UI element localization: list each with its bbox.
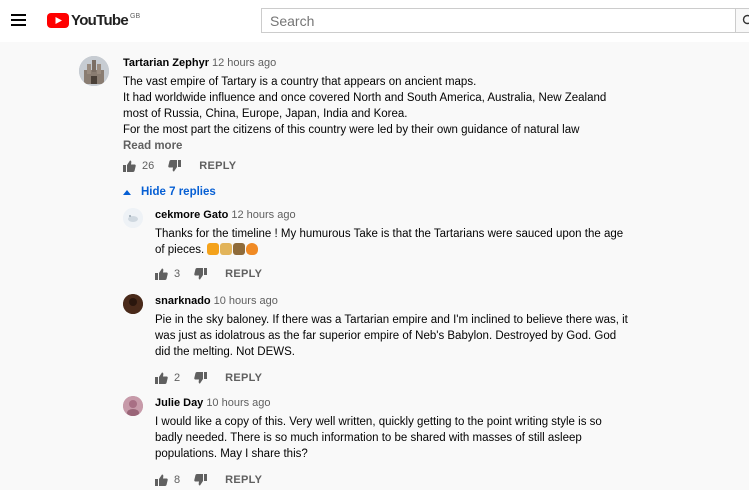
- hamburger-menu-icon[interactable]: [11, 14, 26, 26]
- comment-author[interactable]: cekmore Gato: [155, 209, 228, 221]
- reply-comment: cekmore Gato 12 hours ago Thanks for the …: [155, 208, 623, 281]
- comment-line: badly needed. There is so much informati…: [155, 432, 582, 444]
- comment-line: Thanks for the timeline ! My humurous Ta…: [155, 228, 624, 240]
- thumbs-up-icon[interactable]: [155, 268, 168, 280]
- user-avatar-icon: [123, 294, 143, 314]
- comment-line-with-emoji: of pieces.: [155, 242, 623, 258]
- thumbs-down-icon[interactable]: [168, 160, 182, 172]
- comment-line: of pieces.: [155, 244, 205, 256]
- emoji-icon: [233, 243, 246, 255]
- reply-button[interactable]: REPLY: [199, 160, 236, 172]
- avatar[interactable]: [79, 56, 109, 86]
- thumbs-down-icon[interactable]: [194, 372, 208, 384]
- user-avatar-icon: [123, 396, 143, 416]
- comment-time[interactable]: 10 hours ago: [206, 397, 270, 409]
- thumbs-up-icon[interactable]: [155, 474, 168, 486]
- emoji-icon: [246, 243, 259, 255]
- comment-text: I would like a copy of this. Very well w…: [155, 414, 602, 462]
- logo-wordmark: YouTube: [71, 12, 129, 29]
- search-button[interactable]: [735, 8, 749, 33]
- comment-author[interactable]: Julie Day: [155, 397, 203, 409]
- avatar[interactable]: [123, 294, 143, 314]
- avatar[interactable]: [123, 396, 143, 416]
- reply-comment: snarknado 10 hours ago Pie in the sky bal…: [155, 294, 628, 385]
- reply-button[interactable]: REPLY: [225, 268, 262, 280]
- hide-replies-label: Hide 7 replies: [141, 186, 216, 198]
- search-input[interactable]: [261, 8, 735, 33]
- comment-actions: 8 REPLY: [155, 473, 602, 487]
- comment-time[interactable]: 10 hours ago: [214, 295, 278, 307]
- like-count: 3: [174, 268, 181, 280]
- comment-line: The vast empire of Tartary is a country …: [123, 76, 477, 88]
- read-more-link[interactable]: Read more: [123, 140, 606, 152]
- cat-avatar-icon: [123, 208, 143, 228]
- reply-comment: Julie Day 10 hours ago I would like a cop…: [155, 396, 602, 487]
- reply-button[interactable]: REPLY: [225, 474, 262, 486]
- search-icon: [742, 14, 749, 25]
- youtube-logo[interactable]: YouTube GB: [47, 12, 140, 30]
- comment-line: populations. May I share this?: [155, 448, 308, 460]
- comment-line: For the most part the citizens of this c…: [123, 124, 580, 136]
- logo-region: GB: [130, 13, 141, 20]
- like-count: 8: [174, 474, 181, 486]
- emoji-icon: [220, 243, 233, 255]
- comment-line: did the melting. Not DEWS.: [155, 346, 295, 358]
- comment: Tartarian Zephyr 12 hours ago The vast em…: [123, 56, 606, 173]
- avatar[interactable]: [123, 208, 143, 228]
- comment-line: I would like a copy of this. Very well w…: [155, 416, 602, 428]
- masthead: YouTube GB: [0, 0, 749, 42]
- comment-time[interactable]: 12 hours ago: [212, 57, 276, 69]
- comment-actions: 26 REPLY: [123, 159, 606, 173]
- thumbs-down-icon[interactable]: [194, 474, 208, 486]
- thumbs-up-icon[interactable]: [155, 372, 168, 384]
- comment-line: Pie in the sky baloney. If there was a T…: [155, 314, 628, 326]
- comment-text: Pie in the sky baloney. If there was a T…: [155, 312, 628, 360]
- comment-text: The vast empire of Tartary is a country …: [123, 74, 606, 138]
- like-count: 26: [142, 160, 155, 172]
- caret-up-icon: [123, 189, 131, 195]
- like-count: 2: [174, 372, 181, 384]
- youtube-play-icon: [47, 13, 69, 28]
- comment-line: was just as idolatrous as the far superi…: [155, 330, 617, 342]
- comment-line: It had worldwide influence and once cove…: [123, 92, 607, 104]
- comment-author[interactable]: Tartarian Zephyr: [123, 57, 209, 69]
- reply-button[interactable]: REPLY: [225, 372, 262, 384]
- comment-time[interactable]: 12 hours ago: [231, 209, 295, 221]
- comment-text: Thanks for the timeline ! My humurous Ta…: [155, 226, 623, 258]
- comment-actions: 2 REPLY: [155, 371, 628, 385]
- emoji-icon: [207, 243, 220, 255]
- castle-avatar-icon: [79, 56, 109, 86]
- comment-actions: 3 REPLY: [155, 267, 623, 281]
- thumbs-up-icon[interactable]: [123, 160, 136, 172]
- comment-line: most of Russia, China, Europe, Japan, In…: [123, 108, 408, 120]
- comment-author[interactable]: snarknado: [155, 295, 211, 307]
- thumbs-down-icon[interactable]: [194, 268, 208, 280]
- hide-replies-button[interactable]: Hide 7 replies: [123, 186, 216, 198]
